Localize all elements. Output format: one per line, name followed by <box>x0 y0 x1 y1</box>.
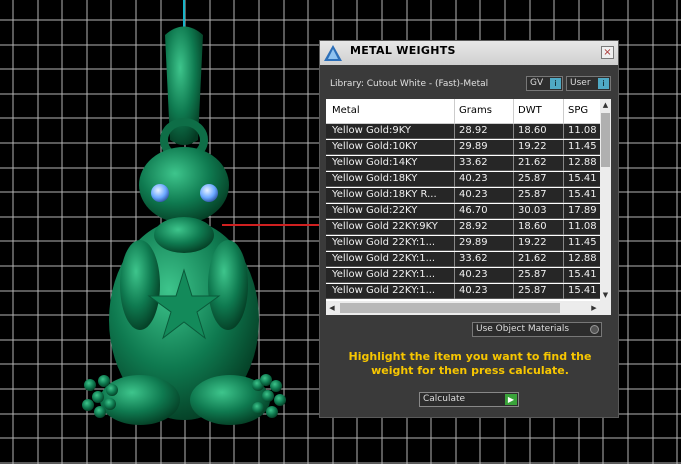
table-cell: Yellow Gold 22KY:1... <box>332 253 436 264</box>
calculate-button[interactable]: Calculate ▶ <box>419 392 519 407</box>
table-row[interactable]: Yellow Gold 22KY:1... 29.89 19.22 11.45 <box>326 236 600 251</box>
horizontal-scroll-thumb[interactable] <box>340 303 560 313</box>
table-cell: 29.89 <box>459 141 488 152</box>
col-header-dwt[interactable]: DWT <box>518 105 542 116</box>
table-cell: 19.22 <box>518 141 547 152</box>
table-cell: 11.08 <box>568 221 597 232</box>
table-cell: 19.22 <box>518 237 547 248</box>
table-row[interactable]: Yellow Gold 22KY:9KY 28.92 18.60 11.08 <box>326 220 600 235</box>
table-cell: Yellow Gold:18KY <box>332 173 418 184</box>
table-cell: 40.23 <box>459 269 488 280</box>
table-cell: 15.41 <box>568 189 597 200</box>
table-cell: 28.92 <box>459 125 488 136</box>
table-cell: 40.23 <box>459 285 488 296</box>
instruction-text: Highlight the item you want to find the … <box>348 350 592 377</box>
table-cell: 25.87 <box>518 285 547 296</box>
table-cell: 29.89 <box>459 237 488 248</box>
table-cell: Yellow Gold:22KY <box>332 205 418 216</box>
table-cell: 15.41 <box>568 285 597 296</box>
table-cell: 33.62 <box>459 253 488 264</box>
table-cell: 11.45 <box>568 141 597 152</box>
dialog-titlebar[interactable]: METAL WEIGHTS × <box>320 41 618 65</box>
table-cell: 18.60 <box>518 221 547 232</box>
gv-info-icon: i <box>550 78 561 89</box>
table-cell: 21.62 <box>518 253 547 264</box>
table-cell: Yellow Gold:10KY <box>332 141 418 152</box>
col-header-grams[interactable]: Grams <box>459 105 492 116</box>
table-cell: Yellow Gold 22KY:9KY <box>332 221 438 232</box>
table-cell: 40.23 <box>459 173 488 184</box>
table-cell: 25.87 <box>518 173 547 184</box>
table-cell: 40.23 <box>459 189 488 200</box>
table-vertical-scrollbar[interactable]: ▲ ▼ <box>600 99 611 301</box>
table-cell: Yellow Gold:9KY <box>332 125 411 136</box>
use-object-materials-radio[interactable] <box>590 325 599 334</box>
table-row[interactable]: Yellow Gold:14KY 33.62 21.62 12.88 <box>326 156 600 171</box>
table-cell: 21.62 <box>518 157 547 168</box>
table-cell: 33.62 <box>459 157 488 168</box>
scroll-left-icon[interactable]: ◀ <box>326 301 338 315</box>
dialog-title: METAL WEIGHTS <box>350 44 456 57</box>
table-cell: 12.88 <box>568 253 597 264</box>
vertical-scroll-thumb[interactable] <box>601 113 610 167</box>
user-toggle[interactable]: User i <box>566 76 611 91</box>
metal-weights-dialog: METAL WEIGHTS × Library: Cutout White - … <box>319 40 619 418</box>
table-cell: 17.89 <box>568 205 597 216</box>
table-cell: 15.41 <box>568 173 597 184</box>
table-row[interactable]: Yellow Gold:22KY 46.70 30.03 17.89 <box>326 204 600 219</box>
col-header-metal[interactable]: Metal <box>332 105 360 116</box>
play-arrow-icon: ▶ <box>505 394 517 405</box>
table-cell: 12.88 <box>568 157 597 168</box>
table-cell: Yellow Gold 22KY:1... <box>332 237 436 248</box>
use-object-materials-option[interactable]: Use Object Materials <box>472 322 602 337</box>
table-cell: Yellow Gold 22KY:1... <box>332 285 436 296</box>
user-label: User <box>570 78 591 88</box>
table-cell: 25.87 <box>518 269 547 280</box>
table-header: Metal Grams DWT SPG <box>326 99 600 124</box>
table-cell: 46.70 <box>459 205 488 216</box>
scroll-down-icon[interactable]: ▼ <box>600 289 611 301</box>
table-cell: Yellow Gold:14KY <box>332 157 418 168</box>
calculate-label: Calculate <box>423 394 466 404</box>
col-header-spg[interactable]: SPG <box>568 105 588 116</box>
table-cell: 15.41 <box>568 269 597 280</box>
table-row[interactable]: Yellow Gold 22KY:1... 40.23 25.87 15.41 <box>326 268 600 283</box>
scroll-right-icon[interactable]: ▶ <box>588 301 600 315</box>
table-cell: Yellow Gold 22KY:1... <box>332 269 436 280</box>
table-cell: 11.08 <box>568 125 597 136</box>
close-button[interactable]: × <box>601 46 614 59</box>
gv-label: GV <box>530 78 544 88</box>
table-row[interactable]: Yellow Gold:9KY 28.92 18.60 11.08 <box>326 124 600 139</box>
use-object-materials-label: Use Object Materials <box>476 324 570 334</box>
table-row[interactable]: Yellow Gold 22KY:1... 40.23 25.87 15.41 <box>326 284 600 299</box>
metal-weights-table: Metal Grams DWT SPG Yellow Gold:9KY 28.92… <box>326 99 611 315</box>
table-cell: Yellow Gold:18KY R... <box>332 189 437 200</box>
table-cell: 25.87 <box>518 189 547 200</box>
table-cell: 11.45 <box>568 237 597 248</box>
gv-toggle[interactable]: GV i <box>526 76 563 91</box>
table-row[interactable]: Yellow Gold 22KY:1... 33.62 21.62 12.88 <box>326 252 600 267</box>
library-label: Library: Cutout White - (Fast)-Metal <box>330 79 489 89</box>
table-row[interactable]: Yellow Gold:10KY 29.89 19.22 11.45 <box>326 140 600 155</box>
scroll-up-icon[interactable]: ▲ <box>600 99 611 111</box>
table-cell: 18.60 <box>518 125 547 136</box>
table-horizontal-scrollbar[interactable]: ◀ ▶ <box>326 301 611 315</box>
table-row[interactable]: Yellow Gold:18KY R... 40.23 25.87 15.41 <box>326 188 600 203</box>
table-cell: 28.92 <box>459 221 488 232</box>
table-row[interactable]: Yellow Gold:18KY 40.23 25.87 15.41 <box>326 172 600 187</box>
user-info-icon: i <box>598 78 609 89</box>
app-logo-icon <box>324 45 342 61</box>
table-cell: 30.03 <box>518 205 547 216</box>
